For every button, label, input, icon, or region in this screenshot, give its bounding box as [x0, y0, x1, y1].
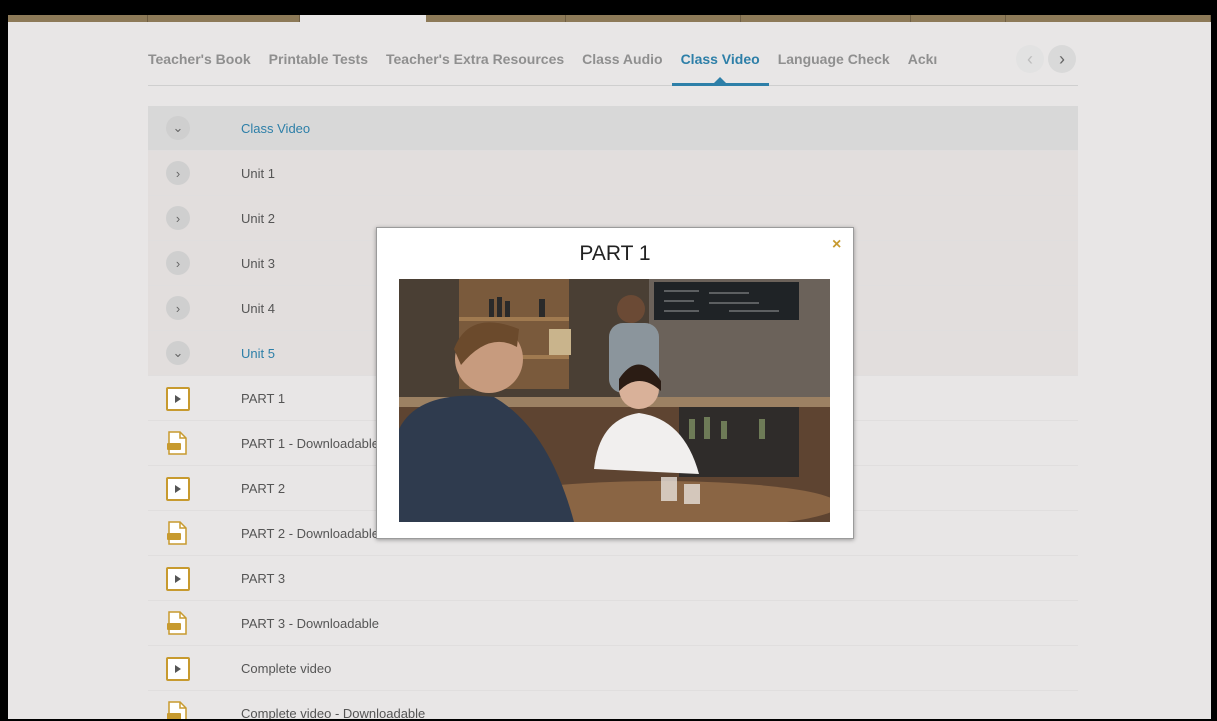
section-row[interactable]: ⌄ Class Video	[148, 106, 1078, 151]
tabs-row: Teacher's Book Printable Tests Teacher's E…	[148, 49, 1008, 79]
zip-file-icon[interactable]	[166, 431, 190, 455]
chevron-down-icon[interactable]: ⌄	[166, 116, 190, 140]
item-label[interactable]: PART 3	[241, 571, 285, 586]
close-icon[interactable]: ×	[832, 236, 841, 254]
chevron-right-icon[interactable]: ›	[166, 161, 190, 185]
video-play-icon[interactable]	[166, 387, 190, 411]
item-label[interactable]: PART 1 - Downloadable	[241, 436, 379, 451]
item-label[interactable]: PART 1	[241, 391, 285, 406]
app-frame: Teacher's Book Printable Tests Teacher's E…	[8, 15, 1211, 719]
chevron-right-icon[interactable]: ›	[166, 251, 190, 275]
video-frame-image	[399, 279, 830, 522]
unit-label[interactable]: Unit 3	[241, 256, 275, 271]
top-color-strip	[8, 15, 1211, 22]
video-modal: PART 1 ×	[376, 227, 854, 539]
video-item-row[interactable]: PART 3	[148, 556, 1078, 601]
zip-file-icon[interactable]	[166, 521, 190, 545]
unit-label[interactable]: Unit 2	[241, 211, 275, 226]
top-strip-segment	[148, 15, 301, 22]
item-label[interactable]: PART 3 - Downloadable	[241, 616, 379, 631]
download-item-row[interactable]: PART 3 - Downloadable	[148, 601, 1078, 646]
active-tab-caret	[713, 77, 728, 84]
item-label[interactable]: Complete video - Downloadable	[241, 706, 425, 720]
chevron-down-icon[interactable]: ⌄	[166, 341, 190, 365]
item-label[interactable]: Complete video	[241, 661, 331, 676]
top-strip-segment	[565, 15, 741, 22]
video-play-icon[interactable]	[166, 567, 190, 591]
tab-class-audio[interactable]: Class Audio	[582, 49, 672, 79]
zip-file-icon[interactable]	[166, 611, 190, 635]
top-strip-segment	[910, 15, 1007, 22]
top-strip-segment	[1006, 15, 1211, 22]
tabs-divider	[148, 85, 1078, 86]
top-strip-segment	[300, 15, 426, 22]
top-strip-segment	[8, 15, 149, 22]
unit-row[interactable]: › Unit 1	[148, 151, 1078, 196]
chevron-right-icon[interactable]: ›	[166, 296, 190, 320]
item-label[interactable]: PART 2	[241, 481, 285, 496]
unit-label[interactable]: Unit 1	[241, 166, 275, 181]
modal-title: PART 1	[579, 242, 651, 265]
item-label[interactable]: PART 2 - Downloadable	[241, 526, 379, 541]
unit-label[interactable]: Unit 4	[241, 301, 275, 316]
tab-teacher-s-book[interactable]: Teacher's Book	[148, 49, 261, 79]
unit-label[interactable]: Unit 5	[241, 346, 275, 361]
tab-language-check[interactable]: Language Check	[778, 49, 900, 79]
top-strip-segment	[425, 15, 566, 22]
chevron-right-icon[interactable]: ›	[166, 206, 190, 230]
download-item-row[interactable]: Complete video - Downloadable	[148, 691, 1078, 719]
tab-bar: Teacher's Book Printable Tests Teacher's E…	[148, 37, 1078, 105]
video-play-icon[interactable]	[166, 657, 190, 681]
video-player[interactable]	[399, 279, 830, 522]
chevron-left-icon[interactable]: ‹	[1016, 45, 1044, 73]
video-play-icon[interactable]	[166, 477, 190, 501]
tab-teacher-s-extra-resources[interactable]: Teacher's Extra Resources	[386, 49, 574, 79]
top-strip-segment	[740, 15, 911, 22]
section-label[interactable]: Class Video	[241, 121, 310, 136]
tab-printable-tests[interactable]: Printable Tests	[269, 49, 378, 79]
chevron-right-icon[interactable]: ›	[1048, 45, 1076, 73]
tab-class-video[interactable]: Class Video	[681, 49, 770, 79]
tab-ack-[interactable]: Ackı	[908, 49, 948, 79]
video-item-row[interactable]: Complete video	[148, 646, 1078, 691]
zip-file-icon[interactable]	[166, 701, 190, 719]
